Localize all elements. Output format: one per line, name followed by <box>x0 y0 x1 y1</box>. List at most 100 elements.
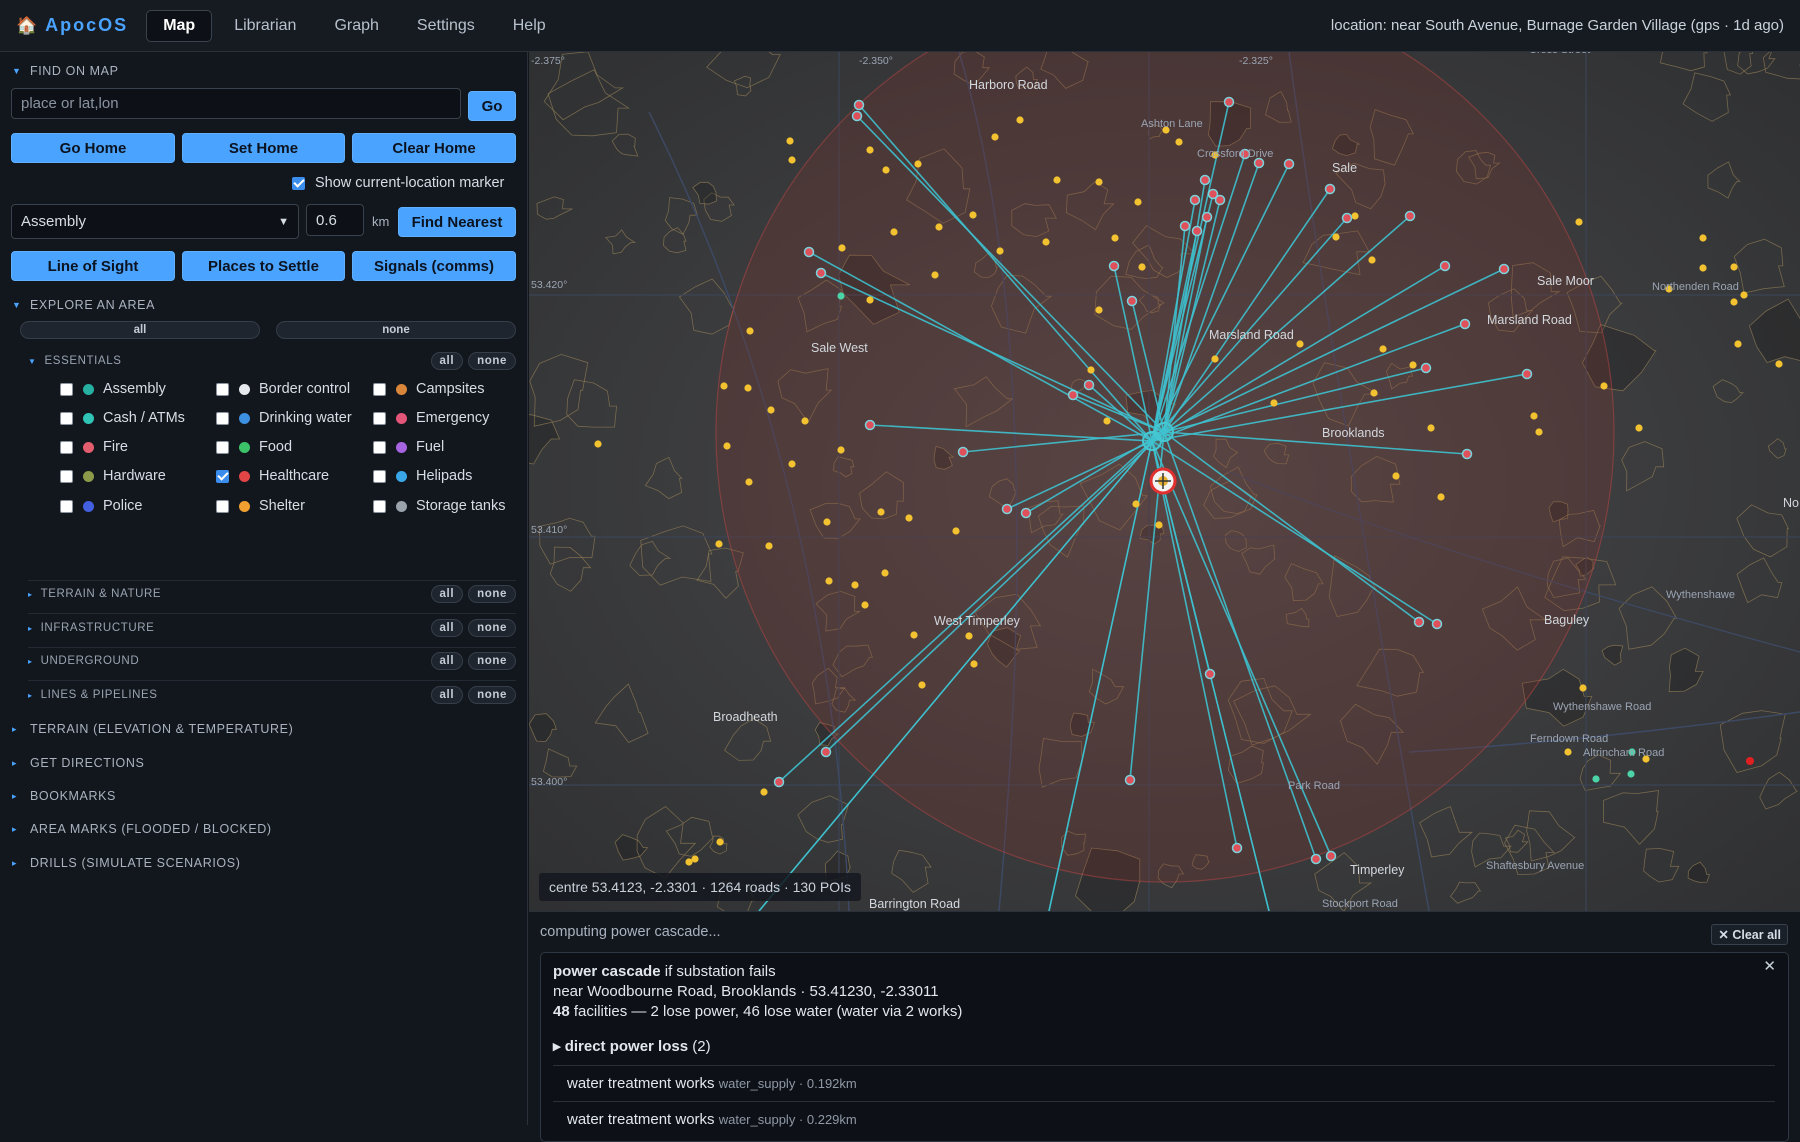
tab-librarian[interactable]: Librarian <box>218 10 312 42</box>
healthcare-marker[interactable] <box>1310 853 1322 865</box>
target-marker-icon[interactable] <box>1149 467 1177 495</box>
checkbox-box[interactable] <box>216 440 229 454</box>
none-button[interactable]: none <box>468 652 516 670</box>
healthcare-marker[interactable] <box>820 746 832 758</box>
checkbox-drinking-water[interactable]: Drinking water <box>216 410 352 426</box>
checkbox-box[interactable] <box>373 469 386 483</box>
healthcare-marker[interactable] <box>1108 260 1120 272</box>
tab-map[interactable]: Map <box>146 9 213 42</box>
checkbox-box[interactable] <box>216 499 229 513</box>
go-button[interactable]: Go <box>468 91 516 121</box>
none-button[interactable]: none <box>468 686 516 704</box>
tab-settings[interactable]: Settings <box>401 10 491 42</box>
explore-area-header[interactable]: ▼ EXPLORE AN AREA <box>12 298 155 312</box>
app-brand[interactable]: 🏠 ApocOS <box>16 15 128 36</box>
go-home-button[interactable]: Go Home <box>11 133 175 163</box>
healthcare-marker[interactable] <box>1439 260 1451 272</box>
checkbox-fire[interactable]: Fire <box>60 439 128 455</box>
healthcare-marker[interactable] <box>1431 618 1443 630</box>
healthcare-marker[interactable] <box>1223 96 1235 108</box>
checkbox-box[interactable] <box>60 469 73 483</box>
healthcare-marker[interactable] <box>957 446 969 458</box>
healthcare-marker[interactable] <box>1420 362 1432 374</box>
checkbox-box[interactable] <box>373 411 386 425</box>
checkbox-box[interactable] <box>216 382 229 396</box>
healthcare-marker[interactable] <box>1324 183 1336 195</box>
essentials-none-button[interactable]: none <box>468 352 516 370</box>
checkbox-box[interactable] <box>216 411 229 425</box>
checkbox-fuel[interactable]: Fuel <box>373 439 444 455</box>
checkbox-box[interactable] <box>60 499 73 513</box>
healthcare-marker[interactable] <box>1189 194 1201 206</box>
checkbox-box[interactable] <box>373 440 386 454</box>
area-mark[interactable] <box>1746 757 1754 765</box>
checkbox-helipads[interactable]: Helipads <box>373 468 472 484</box>
healthcare-marker[interactable] <box>1283 158 1295 170</box>
set-home-button[interactable]: Set Home <box>182 133 345 163</box>
line-of-sight-button[interactable]: Line of Sight <box>11 251 175 281</box>
healthcare-marker[interactable] <box>1413 616 1425 628</box>
category-select[interactable]: Assembly ▼ <box>11 204 299 239</box>
healthcare-marker[interactable] <box>1459 318 1471 330</box>
find-nearest-button[interactable]: Find Nearest <box>398 207 516 237</box>
healthcare-marker[interactable] <box>1001 503 1013 515</box>
lines-pipelines-header[interactable]: ▸ LINES & PIPELINES all none <box>28 684 516 706</box>
healthcare-marker[interactable] <box>1191 225 1203 237</box>
substation-node[interactable] <box>1154 422 1174 442</box>
checkbox-box[interactable] <box>60 382 73 396</box>
healthcare-marker[interactable] <box>1204 668 1216 680</box>
healthcare-marker[interactable] <box>864 419 876 431</box>
none-button[interactable]: none <box>468 619 516 637</box>
all-button[interactable]: all <box>430 686 464 704</box>
checkbox-cash-atms[interactable]: Cash / ATMs <box>60 410 185 426</box>
close-icon[interactable]: ✕ <box>1763 957 1776 975</box>
checkbox-box[interactable] <box>60 411 73 425</box>
essentials-header[interactable]: ▼ ESSENTIALS all none <box>28 350 516 372</box>
essentials-all-button[interactable]: all <box>430 352 464 370</box>
healthcare-marker[interactable] <box>1179 220 1191 232</box>
healthcare-marker[interactable] <box>1124 774 1136 786</box>
healthcare-marker[interactable] <box>1325 850 1337 862</box>
healthcare-marker[interactable] <box>815 267 827 279</box>
distance-input[interactable]: 0.6 <box>306 204 364 236</box>
healthcare-marker[interactable] <box>1498 263 1510 275</box>
get-directions-header[interactable]: ▸ GET DIRECTIONS <box>12 756 144 770</box>
direct-power-loss-toggle[interactable]: ▸ direct power loss (2) <box>553 1037 711 1055</box>
all-button[interactable]: all <box>430 619 464 637</box>
healthcare-marker[interactable] <box>1067 389 1079 401</box>
terrain-elevation-header[interactable]: ▸ TERRAIN (ELEVATION & TEMPERATURE) <box>12 722 293 736</box>
clear-all-button[interactable]: ✕ Clear all <box>1711 924 1788 945</box>
infrastructure-header[interactable]: ▸ INFRASTRUCTURE all none <box>28 617 516 639</box>
healthcare-marker[interactable] <box>1231 842 1243 854</box>
healthcare-marker[interactable] <box>1214 194 1226 206</box>
map-canvas[interactable]: Harboro Road Ashton Lane Crossford Drive Sa… <box>529 52 1800 911</box>
map-view[interactable]: Harboro Road Ashton Lane Crossford Drive Sa… <box>529 52 1800 911</box>
healthcare-marker[interactable] <box>1201 211 1213 223</box>
healthcare-marker[interactable] <box>1083 379 1095 391</box>
checkbox-box[interactable] <box>216 469 229 483</box>
checkbox-hardware[interactable]: Hardware <box>60 468 166 484</box>
checkbox-shelter[interactable]: Shelter <box>216 498 305 514</box>
explore-all-button[interactable]: all <box>20 321 260 339</box>
all-button[interactable]: all <box>430 652 464 670</box>
show-marker-checkbox[interactable]: Show current-location marker <box>292 175 504 191</box>
list-item[interactable]: water treatment works water_supply · 0.2… <box>567 1111 857 1128</box>
healthcare-marker[interactable] <box>1404 210 1416 222</box>
terrain-nature-header[interactable]: ▸ TERRAIN & NATURE all none <box>28 583 516 605</box>
healthcare-marker[interactable] <box>853 99 865 111</box>
places-to-settle-button[interactable]: Places to Settle <box>182 251 345 281</box>
healthcare-marker[interactable] <box>1199 174 1211 186</box>
checkbox-storage-tanks[interactable]: Storage tanks <box>373 498 505 514</box>
list-item[interactable]: water treatment works water_supply · 0.1… <box>567 1075 857 1092</box>
underground-header[interactable]: ▸ UNDERGROUND all none <box>28 650 516 672</box>
healthcare-marker[interactable] <box>1461 448 1473 460</box>
search-input[interactable] <box>11 88 461 119</box>
checkbox-box[interactable] <box>373 382 386 396</box>
checkbox-police[interactable]: Police <box>60 498 143 514</box>
signals-button[interactable]: Signals (comms) <box>352 251 516 281</box>
tab-help[interactable]: Help <box>497 10 562 42</box>
clear-home-button[interactable]: Clear Home <box>352 133 516 163</box>
checkbox-border-control[interactable]: Border control <box>216 381 350 397</box>
healthcare-marker[interactable] <box>1341 212 1353 224</box>
checkbox-box[interactable] <box>373 499 386 513</box>
